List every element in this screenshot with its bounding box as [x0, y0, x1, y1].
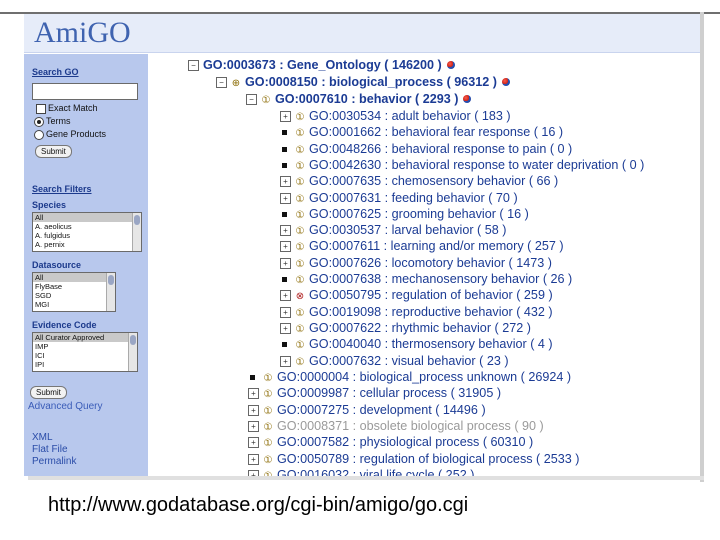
expand-toggle[interactable]: + — [280, 192, 291, 204]
tree-node[interactable]: + ① GO:0030537 : larval behavior ( 58 ) — [280, 222, 506, 238]
expand-toggle[interactable]: + — [280, 290, 291, 302]
term-info-icon[interactable]: ① — [263, 469, 273, 476]
expand-toggle[interactable]: + — [280, 257, 291, 269]
tree-node-label[interactable]: GO:0016032 : viral life cycle ( 252 ) — [277, 468, 474, 476]
tree-node[interactable]: ① GO:0001662 : behavioral fear response (… — [280, 124, 563, 140]
tree-node[interactable]: ① GO:0040040 : thermosensory behavior ( 4… — [280, 336, 553, 352]
leaf-bullet — [282, 162, 287, 168]
tree-node-label[interactable]: GO:0007610 : behavior ( 2293 ) — [275, 92, 458, 106]
screenshot-shadow-right — [700, 12, 704, 482]
amigo-screenshot: AmiGO Search GO Exact Match Terms Gene P… — [24, 14, 700, 476]
expand-toggle[interactable]: + — [248, 453, 259, 465]
tree-node-label[interactable]: GO:0007275 : development ( 14496 ) — [277, 403, 486, 417]
slide-top-border — [0, 0, 720, 14]
collapse-toggle[interactable]: − — [188, 60, 199, 71]
leaf-bullet — [282, 342, 287, 348]
tree-node-label[interactable]: GO:0030537 : larval behavior ( 58 ) — [309, 223, 506, 237]
graph-view-icon[interactable] — [446, 61, 455, 69]
expand-toggle[interactable]: + — [280, 355, 291, 367]
tree-node-label[interactable]: GO:0007582 : physiological process ( 603… — [277, 435, 533, 449]
leaf-bullet — [282, 146, 287, 152]
tree-node-label[interactable]: GO:0050789 : regulation of biological pr… — [277, 452, 579, 466]
tree-node[interactable]: + ① GO:0007582 : physiological process ( 6… — [248, 434, 533, 450]
tree-node[interactable]: + ① GO:0007635 : chemosensory behavior ( 6… — [280, 173, 558, 189]
expand-toggle[interactable]: + — [280, 225, 291, 237]
tree-node-label[interactable]: GO:0009987 : cellular process ( 31905 ) — [277, 386, 501, 400]
expand-toggle[interactable]: + — [280, 306, 291, 318]
tree-node-label[interactable]: GO:0030534 : adult behavior ( 183 ) — [309, 109, 511, 123]
tree-node[interactable]: + ① GO:0007622 : rhythmic behavior ( 272 ) — [280, 320, 531, 336]
tree-node-label[interactable]: GO:0007625 : grooming behavior ( 16 ) — [309, 207, 529, 221]
tree-node[interactable]: + ① GO:0007632 : visual behavior ( 23 ) — [280, 353, 509, 369]
tree-node[interactable]: ① GO:0007638 : mechanosensory behavior ( … — [280, 271, 572, 287]
page-url-caption: http://www.godatabase.org/cgi-bin/amigo/… — [48, 494, 469, 516]
expand-toggle[interactable]: + — [280, 241, 291, 253]
graph-view-icon[interactable] — [502, 78, 510, 86]
tree-node[interactable]: + ① GO:0009987 : cellular process ( 31905 … — [248, 385, 501, 401]
term-info-icon[interactable]: ⊕ — [231, 76, 241, 92]
expand-toggle[interactable]: + — [248, 404, 259, 416]
tree-node-label[interactable]: GO:0007632 : visual behavior ( 23 ) — [309, 354, 509, 368]
tree-node-behavior[interactable]: − ① GO:0007610 : behavior ( 2293 ) — [246, 91, 472, 109]
tree-node-label[interactable]: GO:0007638 : mechanosensory behavior ( 2… — [309, 272, 572, 286]
expand-toggle[interactable]: + — [280, 322, 291, 334]
tree-node-label[interactable]: GO:0000004 : biological_process unknown … — [277, 370, 571, 384]
tree-node[interactable]: ① GO:0007625 : grooming behavior ( 16 ) — [280, 206, 529, 222]
tree-node-label[interactable]: GO:0008150 : biological_process ( 96312 … — [245, 75, 497, 89]
tree-node[interactable]: ① GO:0042630 : behavioral response to wat… — [280, 157, 644, 173]
tree-node[interactable]: + ① GO:0007631 : feeding behavior ( 70 ) — [280, 190, 518, 206]
leaf-bullet — [282, 277, 287, 282]
tree-node[interactable]: + ① GO:0030534 : adult behavior ( 183 ) — [280, 108, 511, 124]
tree-node[interactable]: + ① GO:0007611 : learning and/or memory ( … — [280, 238, 564, 254]
tree-node-label[interactable]: GO:0007631 : feeding behavior ( 70 ) — [309, 191, 518, 205]
leaf-bullet — [250, 375, 255, 380]
tree-node[interactable]: + ⊗ GO:0050795 : regulation of behavior ( … — [280, 287, 553, 303]
tree-node[interactable]: + ① GO:0007275 : development ( 14496 ) — [248, 402, 486, 418]
expand-toggle[interactable]: + — [248, 437, 259, 449]
tree-node-label[interactable]: GO:0050795 : regulation of behavior ( 25… — [309, 288, 553, 302]
collapse-toggle[interactable]: − — [246, 94, 257, 105]
expand-toggle[interactable]: + — [248, 420, 259, 432]
tree-node-root[interactable]: − GO:0003673 : Gene_Ontology ( 146200 ) — [188, 57, 455, 73]
tree-node-label[interactable]: GO:0001662 : behavioral fear response ( … — [309, 125, 563, 139]
expand-toggle[interactable]: + — [248, 388, 259, 400]
tree-node[interactable]: + ① GO:0050789 : regulation of biological … — [248, 451, 579, 467]
tree-node-label[interactable]: GO:0007635 : chemosensory behavior ( 66 … — [309, 174, 558, 188]
expand-toggle[interactable]: + — [280, 176, 291, 188]
expand-toggle[interactable]: + — [248, 469, 259, 476]
ontology-tree: − GO:0003673 : Gene_Ontology ( 146200 ) −… — [24, 14, 700, 476]
collapse-toggle[interactable]: − — [216, 77, 227, 88]
leaf-bullet — [282, 211, 287, 217]
tree-node-label[interactable]: GO:0007622 : rhythmic behavior ( 272 ) — [309, 321, 531, 335]
leaf-bullet — [282, 130, 287, 136]
tree-node-label[interactable]: GO:0048266 : behavioral response to pain… — [309, 142, 572, 156]
tree-node[interactable]: ① GO:0000004 : biological_process unknown… — [248, 369, 571, 385]
term-info-icon[interactable]: ① — [261, 93, 271, 109]
tree-node-label[interactable]: GO:0003673 : Gene_Ontology ( 146200 ) — [203, 58, 442, 72]
tree-node-process[interactable]: − ⊕ GO:0008150 : biological_process ( 9631… — [216, 74, 510, 90]
tree-node[interactable]: + ① GO:0007626 : locomotory behavior ( 147… — [280, 255, 552, 271]
tree-node[interactable]: + ① GO:0016032 : viral life cycle ( 252 ) — [248, 467, 474, 476]
tree-node-label[interactable]: GO:0007611 : learning and/or memory ( 25… — [309, 239, 564, 253]
tree-node-label[interactable]: GO:0040040 : thermosensory behavior ( 4 … — [309, 337, 553, 351]
tree-node-label[interactable]: GO:0008371 : obsolete biological process… — [277, 419, 544, 433]
tree-node[interactable]: ① GO:0048266 : behavioral response to pai… — [280, 141, 572, 157]
tree-node[interactable]: + ① GO:0019098 : reproductive behavior ( 4… — [280, 304, 553, 320]
tree-node[interactable]: + ① GO:0008371 : obsolete biological proce… — [248, 418, 544, 434]
tree-node-label[interactable]: GO:0007626 : locomotory behavior ( 1473 … — [309, 256, 552, 270]
tree-node-label[interactable]: GO:0019098 : reproductive behavior ( 432… — [309, 305, 553, 319]
tree-node-label[interactable]: GO:0042630 : behavioral response to wate… — [309, 158, 644, 172]
expand-toggle[interactable]: + — [280, 111, 291, 122]
graph-view-icon[interactable] — [463, 95, 472, 103]
screenshot-shadow-bottom — [28, 476, 704, 480]
